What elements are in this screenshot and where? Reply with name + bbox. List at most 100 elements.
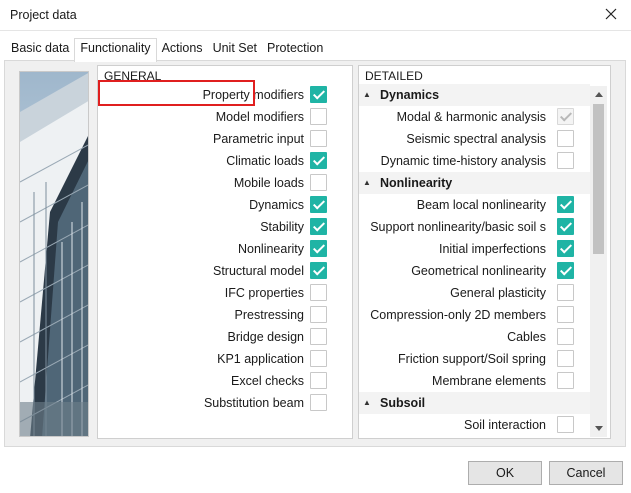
detailed-section-header[interactable]: ▲ Nonlinearity — [359, 172, 590, 194]
detailed-item-checkbox[interactable] — [557, 130, 574, 147]
detailed-item: Membrane elements — [359, 370, 590, 392]
scroll-down-icon[interactable] — [590, 420, 607, 437]
general-item-label: Bridge design — [227, 330, 304, 344]
collapse-triangle-icon[interactable]: ▲ — [363, 398, 371, 407]
detailed-item: Soil interaction — [359, 414, 590, 436]
detailed-item-checkbox[interactable] — [557, 240, 574, 257]
general-item-label: KP1 application — [217, 352, 304, 366]
detailed-item-checkbox[interactable] — [557, 284, 574, 301]
detailed-item-label: Initial imperfections — [439, 242, 546, 256]
detailed-item: Dynamic time-history analysis — [359, 150, 590, 172]
general-item-checkbox[interactable] — [310, 152, 327, 169]
detailed-item-label: Support nonlinearity/basic soil s — [370, 220, 546, 234]
detailed-section-name: Dynamics — [380, 88, 440, 102]
general-item-checkbox[interactable] — [310, 372, 327, 389]
ok-button[interactable]: OK — [468, 461, 542, 485]
general-item: Mobile loads — [98, 172, 348, 194]
detailed-scrollbar[interactable] — [590, 86, 607, 437]
detailed-item: Seismic spectral analysis — [359, 128, 590, 150]
tab-functionality[interactable]: Functionality — [74, 38, 157, 62]
scrollbar-thumb[interactable] — [593, 104, 604, 254]
detailed-item: Cables — [359, 326, 590, 348]
general-item: Model modifiers — [98, 106, 348, 128]
detailed-item-label: Soil interaction — [464, 418, 546, 432]
general-item-checkbox[interactable] — [310, 218, 327, 235]
general-item: Climatic loads — [98, 150, 348, 172]
tab-actions[interactable]: Actions — [157, 39, 208, 61]
title-bar: Project data — [0, 0, 631, 31]
general-item-checkbox[interactable] — [310, 130, 327, 147]
detailed-section-name: Subsoil — [380, 396, 426, 410]
general-item-checkbox[interactable] — [310, 240, 327, 257]
detailed-list: ▲ Dynamics Modal & harmonic analysis Seismi… — [359, 84, 590, 438]
cancel-button[interactable]: Cancel — [549, 461, 623, 485]
general-item-checkbox[interactable] — [310, 196, 327, 213]
detailed-group: DETAILED ▲ Dynamics Modal & harmonic analy… — [358, 65, 611, 439]
general-item: Structural model — [98, 260, 348, 282]
general-item: Bridge design — [98, 326, 348, 348]
detailed-item-checkbox[interactable] — [557, 372, 574, 389]
general-item-label: Stability — [260, 220, 304, 234]
detailed-item: Compression-only 2D members — [359, 304, 590, 326]
collapse-triangle-icon[interactable]: ▲ — [363, 90, 371, 99]
general-item-checkbox[interactable] — [310, 108, 327, 125]
tab-strip: Basic data Functionality Actions Unit Se… — [6, 38, 328, 62]
general-item-label: Prestressing — [234, 308, 304, 322]
detailed-item-checkbox[interactable] — [557, 152, 574, 169]
general-item-checkbox[interactable] — [310, 262, 327, 279]
property-modifiers-highlight — [98, 80, 255, 106]
detailed-item-checkbox[interactable] — [557, 306, 574, 323]
general-item: IFC properties — [98, 282, 348, 304]
general-item-label: Substitution beam — [203, 396, 304, 410]
general-item-checkbox[interactable] — [310, 86, 327, 103]
general-item: Nonlinearity — [98, 238, 348, 260]
general-item: Stability — [98, 216, 348, 238]
general-item-checkbox[interactable] — [310, 284, 327, 301]
detailed-item-label: Seismic spectral analysis — [406, 132, 546, 146]
general-group: GENERAL Property modifiers Model modifier… — [97, 65, 353, 439]
general-item: Prestressing — [98, 304, 348, 326]
general-item-checkbox[interactable] — [310, 174, 327, 191]
detailed-header: DETAILED — [365, 69, 423, 83]
general-item: Parametric input — [98, 128, 348, 150]
general-item-label: Climatic loads — [226, 154, 304, 168]
detailed-item: Support nonlinearity/basic soil s — [359, 216, 590, 238]
general-list: Property modifiers Model modifiers Paramet… — [98, 84, 348, 414]
general-item-label: Mobile loads — [233, 176, 304, 190]
tab-unit-set[interactable]: Unit Set — [208, 39, 262, 61]
tab-protection[interactable]: Protection — [262, 39, 328, 61]
general-item-checkbox[interactable] — [310, 328, 327, 345]
detailed-item-checkbox[interactable] — [557, 328, 574, 345]
general-item-label: Dynamics — [249, 198, 304, 212]
general-item-label: Excel checks — [231, 374, 304, 388]
general-item-checkbox[interactable] — [310, 394, 327, 411]
detailed-item: Initial imperfections — [359, 238, 590, 260]
detailed-item-checkbox — [557, 108, 574, 125]
detailed-section-header[interactable]: ▲ Subsoil — [359, 392, 590, 414]
scroll-up-icon[interactable] — [590, 86, 607, 103]
close-icon[interactable] — [601, 4, 621, 24]
general-item: Substitution beam — [98, 392, 348, 414]
window-title: Project data — [10, 8, 77, 22]
detailed-item: General plasticity — [359, 282, 590, 304]
functionality-panel: GENERAL Property modifiers Model modifier… — [4, 60, 626, 447]
collapse-triangle-icon[interactable]: ▲ — [363, 178, 371, 187]
detailed-section-header[interactable]: ▲ Dynamics — [359, 84, 590, 106]
detailed-item-checkbox[interactable] — [557, 416, 574, 433]
detailed-item-label: Friction support/Soil spring — [398, 352, 546, 366]
detailed-item: Geometrical nonlinearity — [359, 260, 590, 282]
detailed-item-label: Dynamic time-history analysis — [380, 154, 546, 168]
general-item: Excel checks — [98, 370, 348, 392]
general-item-checkbox[interactable] — [310, 306, 327, 323]
detailed-item-checkbox[interactable] — [557, 262, 574, 279]
detailed-item: Modal & harmonic analysis — [359, 106, 590, 128]
tab-basic-data[interactable]: Basic data — [6, 39, 74, 61]
detailed-item-label: Compression-only 2D members — [370, 308, 546, 322]
detailed-item-checkbox[interactable] — [557, 196, 574, 213]
general-item-checkbox[interactable] — [310, 350, 327, 367]
detailed-item-checkbox[interactable] — [557, 218, 574, 235]
detailed-item-checkbox[interactable] — [557, 350, 574, 367]
detailed-section-name: Nonlinearity — [380, 176, 453, 190]
general-item: Dynamics — [98, 194, 348, 216]
detailed-item-label: Geometrical nonlinearity — [411, 264, 546, 278]
